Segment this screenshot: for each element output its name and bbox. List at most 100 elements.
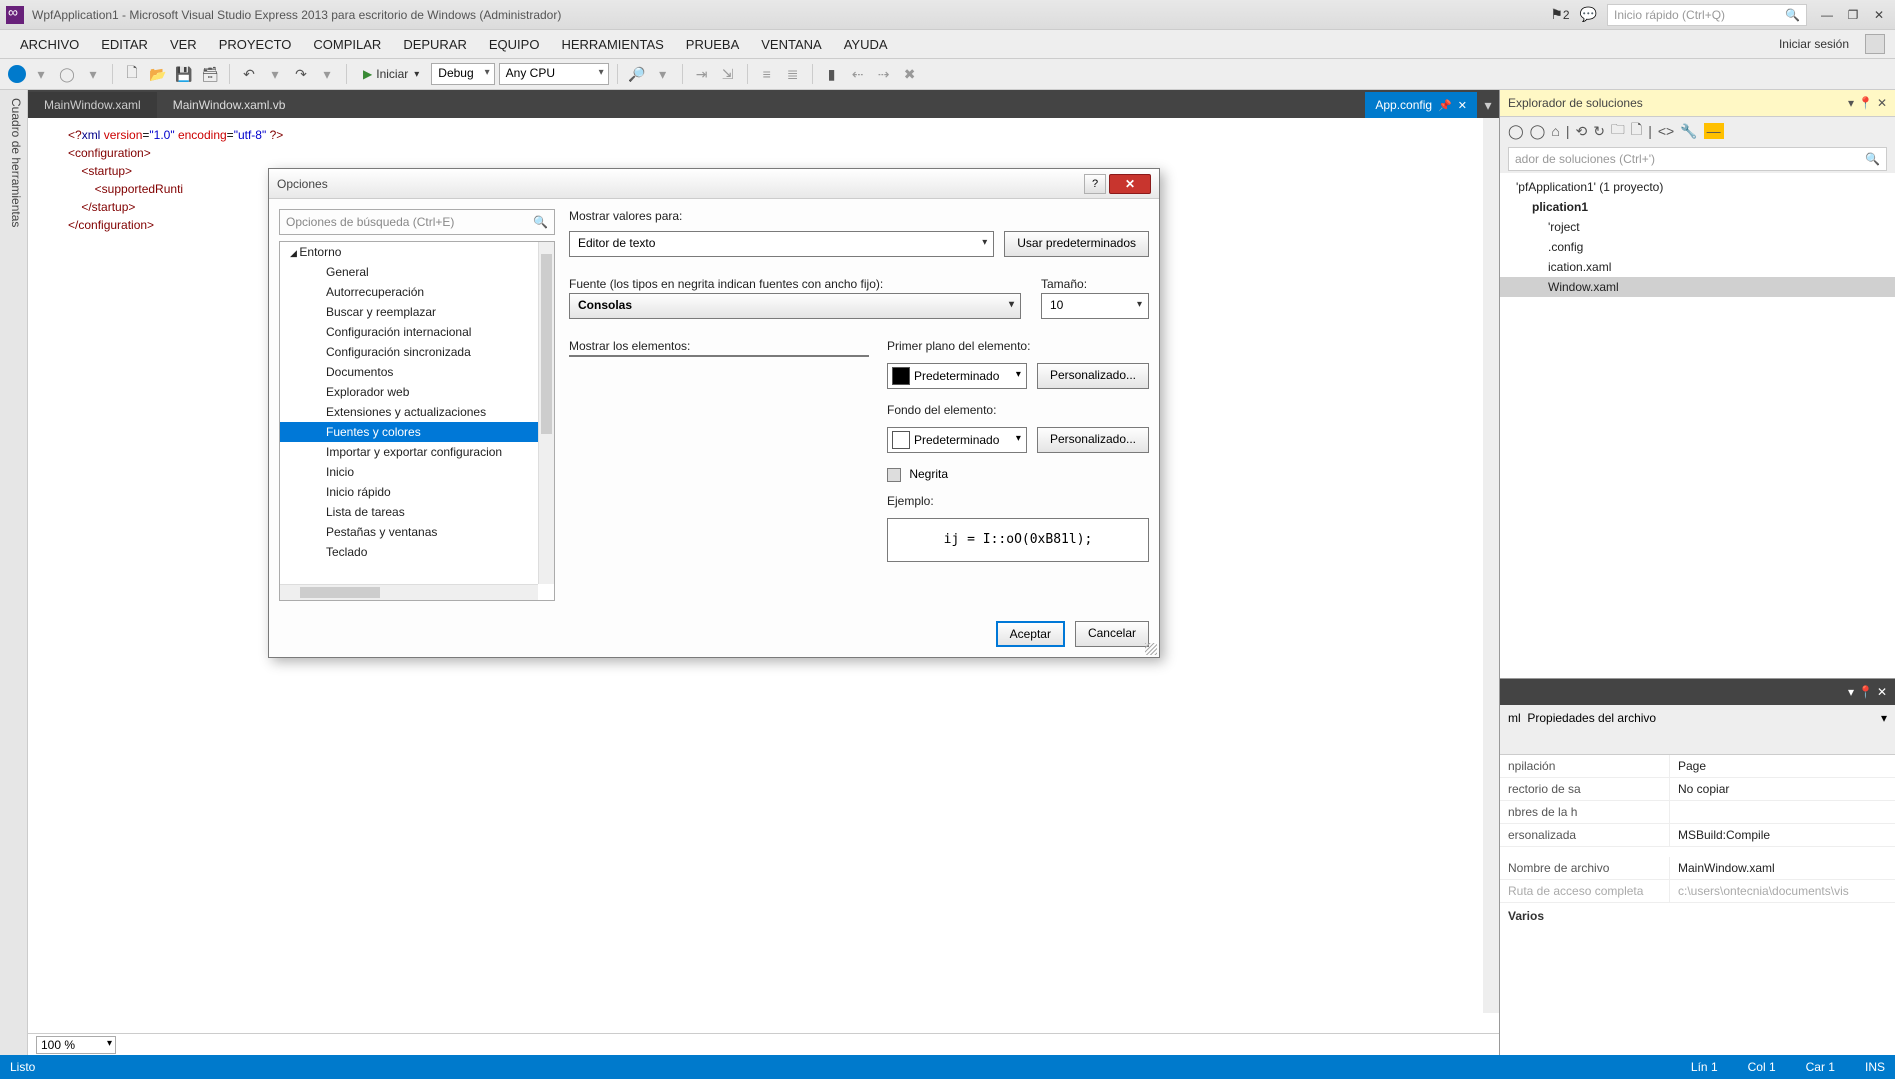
bookmark-icon[interactable]: ▮ [821, 63, 843, 85]
se-code-icon[interactable]: <> [1658, 123, 1674, 139]
quick-launch-input[interactable]: Inicio rápido (Ctrl+Q) 🔍 [1607, 4, 1807, 26]
step-into-icon[interactable]: ⇥ [691, 63, 713, 85]
tree-node[interactable]: Configuración sincronizada [280, 342, 538, 362]
menu-ventana[interactable]: VENTANA [751, 33, 831, 56]
panel-close-icon[interactable]: ✕ [1877, 685, 1887, 699]
options-tree[interactable]: Entorno General Autorrecuperación Buscar… [279, 241, 555, 601]
panel-pin-icon[interactable]: 📍 [1858, 685, 1873, 699]
resize-grip[interactable] [1145, 643, 1157, 655]
tree-item[interactable]: 'roject [1500, 217, 1895, 237]
accept-button[interactable]: Aceptar [996, 621, 1065, 647]
chevron-down-icon[interactable]: ▾ [1881, 711, 1887, 725]
zoom-combo[interactable]: 100 % [36, 1036, 116, 1054]
tree-node[interactable]: Inicio rápido [280, 482, 538, 502]
panel-menu-icon[interactable]: ▾ [1848, 96, 1854, 110]
sign-in-icon[interactable] [1865, 34, 1885, 54]
undo-icon[interactable]: ↶ [238, 63, 260, 85]
tree-node[interactable]: General [280, 262, 538, 282]
dialog-title-bar[interactable]: Opciones ? ✕ [269, 169, 1159, 199]
new-project-icon[interactable]: 🗋 [121, 63, 143, 85]
tree-node[interactable]: Documentos [280, 362, 538, 382]
bg-color-combo[interactable]: Predeterminado [887, 427, 1027, 453]
se-home-icon[interactable]: ⌂ [1551, 123, 1559, 139]
tab-close-icon[interactable]: ✕ [1458, 99, 1467, 112]
use-defaults-button[interactable]: Usar predeterminados [1004, 231, 1149, 257]
cancel-button[interactable]: Cancelar [1075, 621, 1149, 647]
options-search-input[interactable]: Opciones de búsqueda (Ctrl+E) 🔍 [279, 209, 555, 235]
tree-node[interactable]: Pestañas y ventanas [280, 522, 538, 542]
tree-node[interactable]: Buscar y reemplazar [280, 302, 538, 322]
bold-checkbox[interactable] [887, 468, 901, 482]
panel-menu-icon[interactable]: ▾ [1848, 685, 1854, 699]
toolbox-panel-tab[interactable]: Cuadro de herramientas [0, 90, 28, 1055]
menu-archivo[interactable]: ARCHIVO [10, 33, 89, 56]
tab-mainwindow-xaml-vb[interactable]: MainWindow.xaml.vb [157, 92, 302, 118]
find-icon[interactable]: 🔎 [626, 63, 648, 85]
nav-back-button[interactable] [8, 65, 26, 83]
display-items-listbox[interactable]: Texto sin formato Texto seleccionado Tex… [569, 355, 869, 357]
redo-icon[interactable]: ↷ [290, 63, 312, 85]
nav-fwd-button[interactable]: ◯ [56, 63, 78, 85]
dialog-help-button[interactable]: ? [1084, 174, 1106, 194]
maximize-button[interactable]: ❐ [1843, 8, 1863, 22]
tree-node[interactable]: Configuración internacional [280, 322, 538, 342]
solution-search-input[interactable]: ador de soluciones (Ctrl+') 🔍 [1508, 147, 1887, 171]
tree-node[interactable]: Teclado [280, 542, 538, 562]
sign-in-link[interactable]: Iniciar sesión [1771, 33, 1857, 55]
tree-hscroll[interactable] [280, 584, 538, 600]
size-combo[interactable]: 10 [1041, 293, 1149, 319]
open-file-icon[interactable]: 📂 [147, 63, 169, 85]
menu-ayuda[interactable]: AYUDA [834, 33, 898, 56]
tree-node[interactable]: Inicio [280, 462, 538, 482]
platform-combo[interactable]: Any CPU [499, 63, 609, 85]
show-values-combo[interactable]: Editor de texto [569, 231, 994, 257]
solution-tree[interactable]: 'pfApplication1' (1 proyecto) plication1… [1500, 173, 1895, 301]
step-over-icon[interactable]: ⇲ [717, 63, 739, 85]
menu-ver[interactable]: VER [160, 33, 207, 56]
menu-equipo[interactable]: EQUIPO [479, 33, 550, 56]
tree-node[interactable]: Autorrecuperación [280, 282, 538, 302]
fg-color-combo[interactable]: Predeterminado [887, 363, 1027, 389]
tabs-dropdown-icon[interactable]: ▾ [1477, 94, 1499, 116]
tree-node-entorno[interactable]: Entorno [280, 242, 538, 262]
tab-mainwindow-xaml[interactable]: MainWindow.xaml [28, 92, 157, 118]
tree-item[interactable]: 'pfApplication1' (1 proyecto) [1500, 177, 1895, 197]
menu-editar[interactable]: EDITAR [91, 33, 158, 56]
tree-item[interactable]: .config [1500, 237, 1895, 257]
save-icon[interactable]: 💾 [173, 63, 195, 85]
se-collapse-icon[interactable]: 🗀 [1611, 119, 1625, 143]
list-item[interactable]: Texto sin formato [570, 356, 852, 357]
fg-custom-button[interactable]: Personalizado... [1037, 363, 1149, 389]
se-fwd-icon[interactable]: ◯ [1530, 123, 1546, 140]
font-combo[interactable]: Consolas [569, 293, 1021, 319]
tree-node[interactable]: Explorador web [280, 382, 538, 402]
save-all-icon[interactable]: 🗃 [199, 63, 221, 85]
panel-close-icon[interactable]: ✕ [1877, 96, 1887, 110]
se-props-icon[interactable]: 🔧 [1680, 123, 1697, 140]
se-showall-icon[interactable]: 🗋 [1631, 119, 1642, 143]
start-debug-button[interactable]: Iniciar [355, 65, 427, 83]
tree-item[interactable]: ication.xaml [1500, 257, 1895, 277]
tree-vscroll[interactable] [538, 242, 554, 584]
editor-vscroll[interactable] [1483, 118, 1499, 1013]
feedback-icon[interactable]: 💬 [1580, 6, 1597, 23]
properties-grid[interactable]: npilaciónPage rectorio de saNo copiar nb… [1500, 755, 1895, 1056]
tab-app-config[interactable]: App.config 📌 ✕ [1365, 92, 1477, 118]
nav-fwd-dd[interactable]: ▾ [82, 63, 104, 85]
bg-custom-button[interactable]: Personalizado... [1037, 427, 1149, 453]
menu-prueba[interactable]: PRUEBA [676, 33, 749, 56]
nav-back-dd[interactable]: ▾ [30, 63, 52, 85]
tree-item[interactable]: Window.xaml [1500, 277, 1895, 297]
tree-node-fonts-colors[interactable]: Fuentes y colores [280, 422, 538, 442]
tree-item[interactable]: plication1 [1500, 197, 1895, 217]
se-dash-icon[interactable]: — [1704, 123, 1724, 139]
se-refresh-icon[interactable]: ↻ [1593, 123, 1605, 140]
menu-proyecto[interactable]: PROYECTO [209, 33, 302, 56]
dialog-close-button[interactable]: ✕ [1109, 174, 1151, 194]
close-button[interactable]: ✕ [1869, 8, 1889, 22]
menu-depurar[interactable]: DEPURAR [393, 33, 477, 56]
pin-icon[interactable]: 📌 [1438, 99, 1452, 112]
minimize-button[interactable]: — [1817, 8, 1837, 22]
listbox-hscroll[interactable] [570, 355, 852, 356]
menu-herramientas[interactable]: HERRAMIENTAS [551, 33, 673, 56]
